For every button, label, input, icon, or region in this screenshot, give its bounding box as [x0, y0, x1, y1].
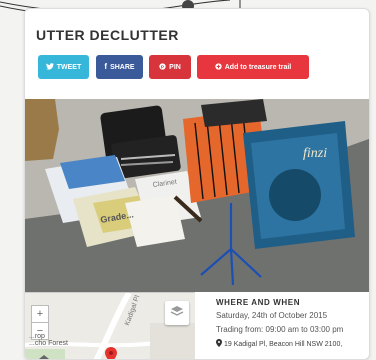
map-place-label: ...rop ...cho Forest — [29, 333, 68, 348]
zoom-in-button[interactable]: + — [31, 305, 49, 323]
trail-label: Add to treasure trail — [224, 63, 292, 71]
where-and-when-heading: WHERE AND WHEN — [216, 298, 301, 307]
listing-title: UTTER DECLUTTER — [36, 27, 179, 43]
plus-circle-icon — [215, 62, 222, 72]
pin-button[interactable]: P PIN — [149, 55, 191, 79]
location-pin-icon — [216, 339, 222, 349]
trading-hours: Trading from: 09:00 am to 03:00 pm — [216, 325, 344, 334]
listing-photo[interactable]: Grade... Clarinet finzi — [25, 99, 369, 292]
tweet-button[interactable]: TWEET — [38, 55, 89, 79]
layers-button[interactable] — [165, 301, 189, 325]
home-icon — [39, 351, 49, 359]
sale-address-row: 19 Kadigal Pl, Beacon Hill NSW 2100, — [216, 339, 366, 349]
listing-card: UTTER DECLUTTER TWEET f SHARE P PIN Add … — [24, 8, 370, 360]
pinterest-icon: P — [159, 62, 166, 72]
facebook-icon: f — [104, 62, 108, 71]
twitter-bird-icon — [45, 62, 54, 72]
sale-date: Saturday, 24th of October 2015 — [216, 311, 328, 320]
pin-label: PIN — [169, 63, 181, 71]
layers-icon — [170, 304, 184, 322]
tweet-label: TWEET — [56, 63, 82, 71]
sale-address: 19 Kadigal Pl, Beacon Hill NSW 2100, — [224, 340, 343, 348]
photo-illustration: Grade... Clarinet finzi — [25, 99, 369, 292]
share-label: SHARE — [110, 63, 135, 71]
add-to-treasure-trail-button[interactable]: Add to treasure trail — [197, 55, 309, 79]
share-button[interactable]: f SHARE — [96, 55, 143, 79]
where-and-when-section: WHERE AND WHEN Saturday, 24th of October… — [216, 298, 366, 349]
book-large-text: finzi — [303, 146, 327, 161]
location-map[interactable]: + − ...rop ...cho Forest Kadigal Pl — [25, 292, 195, 359]
